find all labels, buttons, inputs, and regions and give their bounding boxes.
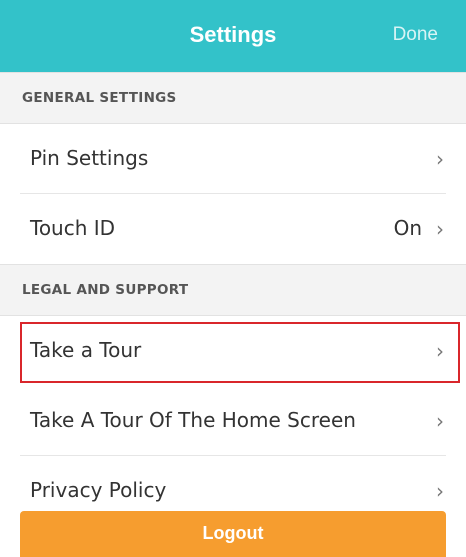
pin-settings-label: Pin Settings: [30, 146, 149, 170]
chevron-right-icon: ›: [436, 217, 444, 241]
logout-button[interactable]: Logout: [20, 511, 446, 557]
touch-id-value: On: [393, 216, 422, 240]
logout-label: Logout: [202, 523, 264, 543]
highlight-box: [20, 322, 460, 383]
chevron-right-icon: ›: [436, 147, 444, 171]
navigation-bar: Settings Done: [0, 0, 466, 72]
privacy-policy-label: Privacy Policy: [30, 478, 167, 502]
section-header-general: GENERAL SETTINGS: [0, 72, 466, 124]
chevron-right-icon: ›: [436, 409, 444, 433]
section-label-general: GENERAL SETTINGS: [22, 90, 177, 106]
section-label-legal: LEGAL AND SUPPORT: [22, 282, 189, 298]
tour-home-screen-row[interactable]: Take A Tour Of The Home Screen ›: [0, 386, 466, 456]
touch-id-row[interactable]: Touch ID On ›: [0, 194, 466, 264]
pin-settings-row[interactable]: Pin Settings ›: [0, 124, 466, 194]
chevron-right-icon: ›: [436, 479, 444, 503]
section-header-legal: LEGAL AND SUPPORT: [0, 264, 466, 316]
tour-home-screen-label: Take A Tour Of The Home Screen: [30, 408, 356, 432]
done-button[interactable]: Done: [393, 24, 438, 46]
touch-id-label: Touch ID: [30, 216, 116, 240]
